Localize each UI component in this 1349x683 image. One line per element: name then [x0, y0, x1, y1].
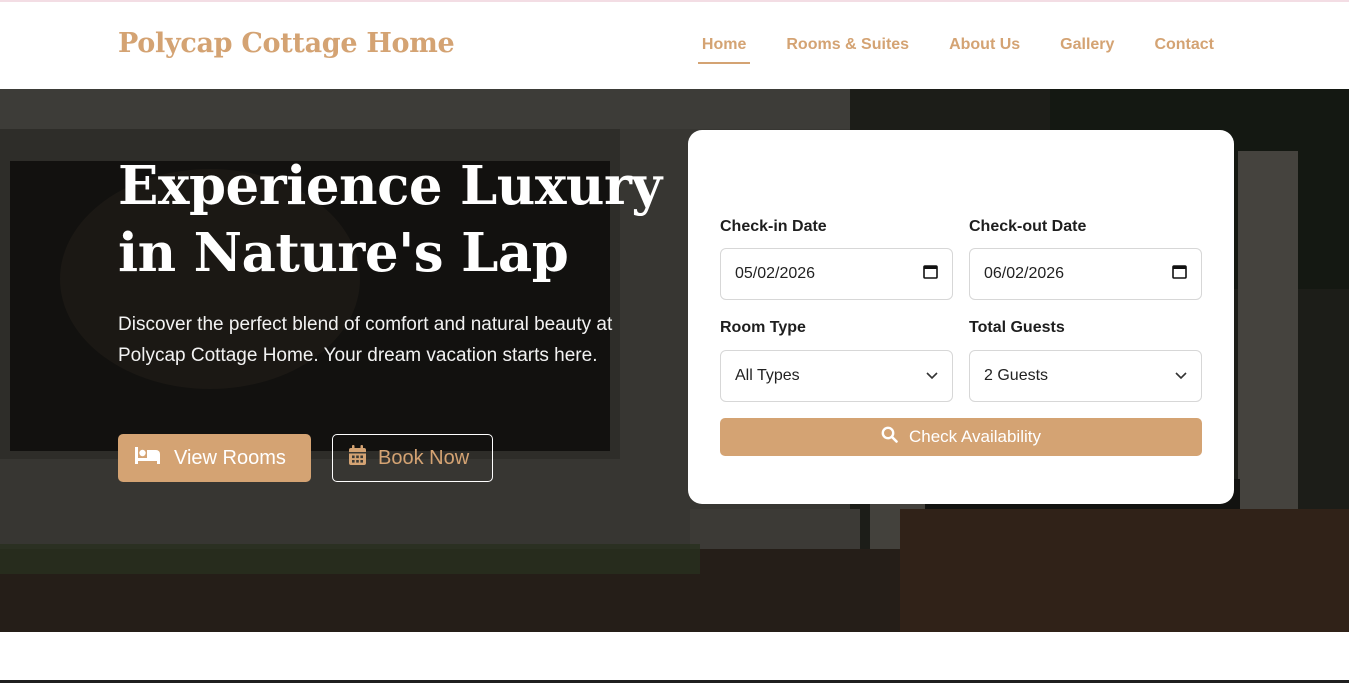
checkin-date-input[interactable]: 05/02/2026 [720, 248, 953, 300]
checkin-label: Check-in Date [720, 218, 827, 235]
room-type-select[interactable]: All Types [720, 350, 953, 402]
view-rooms-label: View Rooms [174, 446, 286, 469]
calendar-picker-icon[interactable] [1172, 264, 1187, 284]
search-icon [881, 426, 898, 448]
book-now-button[interactable]: Book Now [332, 434, 493, 482]
room-type-label: Room Type [720, 319, 806, 336]
chevron-down-icon [926, 367, 938, 385]
chevron-down-icon [1175, 367, 1187, 385]
hero-section: Experience Luxury in Nature's Lap Discov… [0, 89, 1349, 632]
view-rooms-button[interactable]: View Rooms [118, 434, 311, 482]
room-type-value: All Types [735, 367, 800, 384]
site-header: Polycap Cottage Home Home Rooms & Suites… [0, 2, 1349, 89]
checkout-label: Check-out Date [969, 218, 1087, 235]
total-guests-label: Total Guests [969, 319, 1065, 336]
hero-title: Experience Luxury in Nature's Lap [118, 153, 678, 287]
main-nav: Home Rooms & Suites About Us Gallery Con… [697, 36, 1218, 64]
checkin-date-value: 05/02/2026 [735, 265, 816, 282]
nav-link-gallery[interactable]: Gallery [1056, 36, 1118, 64]
booking-card: Check-in Date 05/02/2026 Check-out Date … [688, 130, 1234, 504]
check-availability-button[interactable]: Check Availability [720, 418, 1202, 456]
nav-link-about-us[interactable]: About Us [945, 36, 1024, 64]
bed-icon [134, 445, 161, 471]
calendar-picker-icon[interactable] [923, 264, 938, 284]
hero-title-line-1: Experience Luxury [118, 155, 662, 217]
book-now-label: Book Now [378, 446, 470, 469]
check-availability-label: Check Availability [909, 427, 1041, 446]
nav-link-home[interactable]: Home [697, 36, 751, 64]
calendar-icon [348, 444, 367, 472]
nav-link-rooms-suites[interactable]: Rooms & Suites [782, 36, 913, 64]
brand-logo[interactable]: Polycap Cottage Home [118, 28, 455, 59]
hero-subtitle: Discover the perfect blend of comfort an… [118, 314, 613, 366]
total-guests-value: 2 Guests [984, 367, 1049, 384]
nav-link-contact[interactable]: Contact [1150, 36, 1218, 64]
checkout-date-input[interactable]: 06/02/2026 [969, 248, 1202, 300]
total-guests-select[interactable]: 2 Guests [969, 350, 1202, 402]
checkout-date-value: 06/02/2026 [984, 265, 1065, 282]
hero-title-line-2: in Nature's Lap [118, 222, 569, 284]
